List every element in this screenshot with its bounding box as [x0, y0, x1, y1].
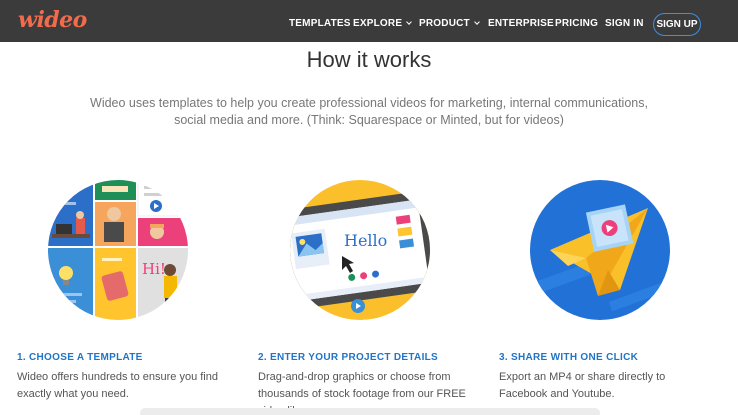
hello-text: Hello: [344, 231, 387, 250]
intro-line: Wideo uses templates to help you create …: [90, 96, 648, 110]
step-1-desc-line: exactly what you need.: [17, 388, 129, 400]
template-collage-illustration: Hi!: [48, 180, 188, 320]
chevron-down-icon: [474, 19, 480, 25]
nav-product[interactable]: PRODUCT: [419, 18, 480, 29]
step-3-title: 3. SHARE WITH ONE CLICK: [499, 352, 639, 363]
paper-plane-illustration: [530, 180, 670, 320]
step-3-desc-line: Export an MP4 or share directly to: [499, 371, 666, 383]
hi-text: Hi!: [142, 260, 166, 278]
nav-sign-in[interactable]: SIGN IN: [605, 18, 644, 29]
step-2-desc-line: Drag-and-drop graphics or choose from: [258, 371, 451, 383]
editor-screen-illustration: Hello: [290, 180, 430, 320]
nav-templates[interactable]: TEMPLATES: [289, 18, 351, 29]
wideo-logo[interactable]: wideo: [18, 7, 87, 33]
page-title: How it works: [306, 47, 432, 72]
nav-explore[interactable]: EXPLORE: [353, 18, 413, 29]
step-1-description: Wideo offers hundreds to ensure you find…: [17, 369, 232, 403]
nav-enterprise[interactable]: ENTERPRISE: [488, 18, 554, 29]
nav-product-label: PRODUCT: [419, 18, 470, 29]
step-2-title: 2. ENTER YOUR PROJECT DETAILS: [258, 352, 439, 363]
step-1-title: 1. CHOOSE A TEMPLATE: [17, 352, 143, 363]
step-1-desc-line: Wideo offers hundreds to ensure you find: [17, 371, 218, 383]
intro-text: Wideo uses templates to help you create …: [60, 95, 678, 129]
step-3-description: Export an MP4 or share directly to Faceb…: [499, 369, 714, 403]
intro-line: social media and more. (Think: Squarespa…: [174, 113, 564, 127]
nav-explore-label: EXPLORE: [353, 18, 403, 29]
step-2-desc-line: thousands of stock footage from our FREE: [258, 388, 466, 400]
step-3-desc-line: Facebook and Youtube.: [499, 388, 615, 400]
chevron-down-icon: [406, 19, 413, 25]
top-navbar: wideo TEMPLATES EXPLORE PRODUCT ENTERPRI…: [0, 0, 738, 42]
sign-up-button[interactable]: SIGN UP: [653, 13, 701, 36]
bottom-bar-shadow: [140, 408, 600, 415]
nav-pricing[interactable]: PRICING: [555, 18, 598, 29]
